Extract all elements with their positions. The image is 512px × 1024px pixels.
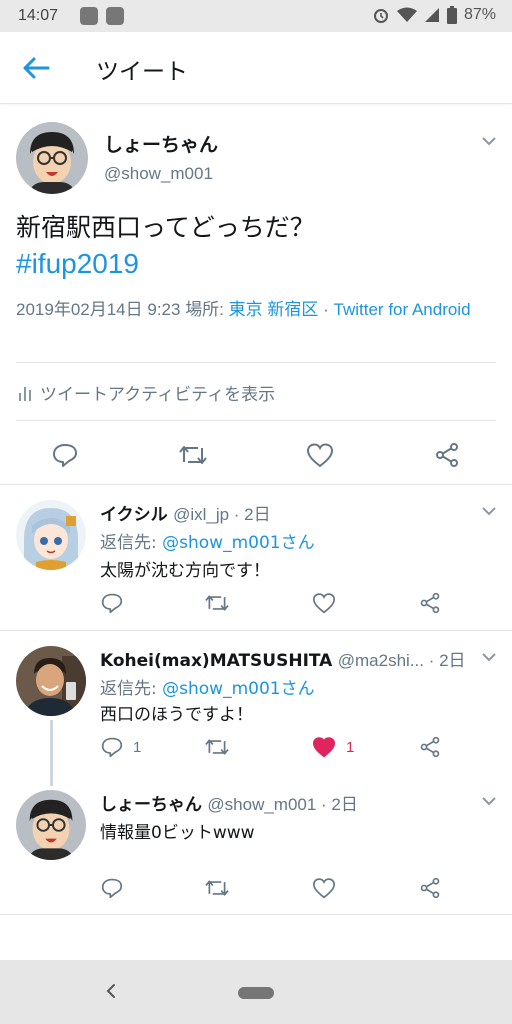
tweet-text: 新宿駅西口ってどっちだ？ [16,213,315,242]
location-label: 場所: [185,300,224,319]
heart-icon[interactable] [312,877,336,899]
reply-author-name[interactable]: Kohei(max)MATSUSHITA [100,651,332,671]
like-button[interactable]: 1 [312,736,354,758]
divider [0,630,512,631]
battery-percent: 87% [463,6,496,23]
status-bar: 14:07 87% [0,0,512,32]
battery-icon [446,6,457,24]
reply-to-user-link[interactable]: @show_m001さん [162,533,314,553]
reply-icon[interactable] [101,877,123,899]
divider [0,914,512,915]
reply-author-handle: @ixl_jp · 2日 [173,505,271,524]
hashtag-link[interactable]: #ifup2019 [16,248,139,280]
reply-icon[interactable] [52,442,78,468]
reply-button[interactable]: 1 [101,736,141,758]
status-time: 14:07 [18,7,59,24]
reply-author-name[interactable]: しょーちゃん [100,795,202,815]
avatar[interactable] [16,646,86,716]
thread-connector [50,720,53,786]
meta-separator: · [323,300,329,319]
activity-label: ツイートアクティビティを表示 [40,385,276,405]
wifi-icon [396,7,417,22]
reply-author-handle: @show_m001 · 2日 [207,795,358,814]
divider [16,420,496,421]
author-name[interactable]: しょーちゃん [104,130,218,157]
retweet-icon[interactable] [204,877,230,899]
share-icon[interactable] [419,877,441,899]
reply-author-handle: @ma2shi... · 2日 [337,651,466,670]
reply-text: 情報量0ビットwww [100,823,255,843]
reply-to: 返信先: @show_m001さん [100,674,315,699]
chevron-down-icon[interactable] [482,652,496,662]
tweet-activity-link[interactable]: ツイートアクティビティを表示 [18,380,275,405]
line-app-icon [80,7,98,25]
chevron-down-icon[interactable] [482,796,496,806]
reply-text: 太陽が沈む方向です！ [100,561,270,581]
chevron-down-icon[interactable] [482,506,496,516]
location-link[interactable]: 東京 新宿区 [229,300,319,319]
avatar[interactable] [16,500,86,570]
share-icon[interactable] [419,592,441,614]
divider [0,484,512,485]
reply-icon [101,737,123,758]
alarm-icon [373,9,388,23]
tweet-timestamp: 2019年02月14日 9:23 [16,300,181,319]
reply-text: 西口のほうですよ！ [100,705,253,725]
page-title: ツイート [96,59,188,85]
heart-filled-icon [312,737,336,758]
divider [16,362,496,363]
retweet-icon[interactable] [178,442,208,468]
retweet-icon[interactable] [204,592,230,614]
reply-to-label: 返信先: [100,533,157,553]
reply-to: 返信先: @show_m001さん [100,528,315,553]
home-pill[interactable] [238,987,274,999]
reply-author-name[interactable]: イクシル [100,505,168,525]
chevron-down-icon[interactable] [482,136,496,146]
avatar[interactable] [16,790,86,860]
tweet-actions [0,436,512,476]
reply-to-user-link[interactable]: @show_m001さん [162,679,314,699]
nav-back-icon[interactable] [104,982,118,1000]
reply-count: 1 [133,738,142,756]
reply-icon[interactable] [101,592,123,614]
tweet-meta: 2019年02月14日 9:23 場所: 東京 新宿区 · Twitter fo… [16,296,496,323]
avatar[interactable] [16,122,88,194]
heart-icon[interactable] [312,592,336,614]
like-count: 1 [346,738,355,756]
reply-to-label: 返信先: [100,679,157,699]
retweet-icon[interactable] [204,736,230,758]
source-link[interactable]: Twitter for Android [334,300,471,319]
app-bar: ツイート [0,32,512,104]
author-handle[interactable]: @show_m001 [104,164,213,184]
signal-icon [424,8,439,22]
bar-chart-icon [19,386,31,401]
heart-icon[interactable] [306,442,334,468]
system-nav-bar [0,960,512,1024]
share-icon[interactable] [419,736,441,758]
news-app-icon [106,7,124,25]
arrow-left-icon[interactable] [20,54,52,82]
share-icon[interactable] [434,442,460,468]
